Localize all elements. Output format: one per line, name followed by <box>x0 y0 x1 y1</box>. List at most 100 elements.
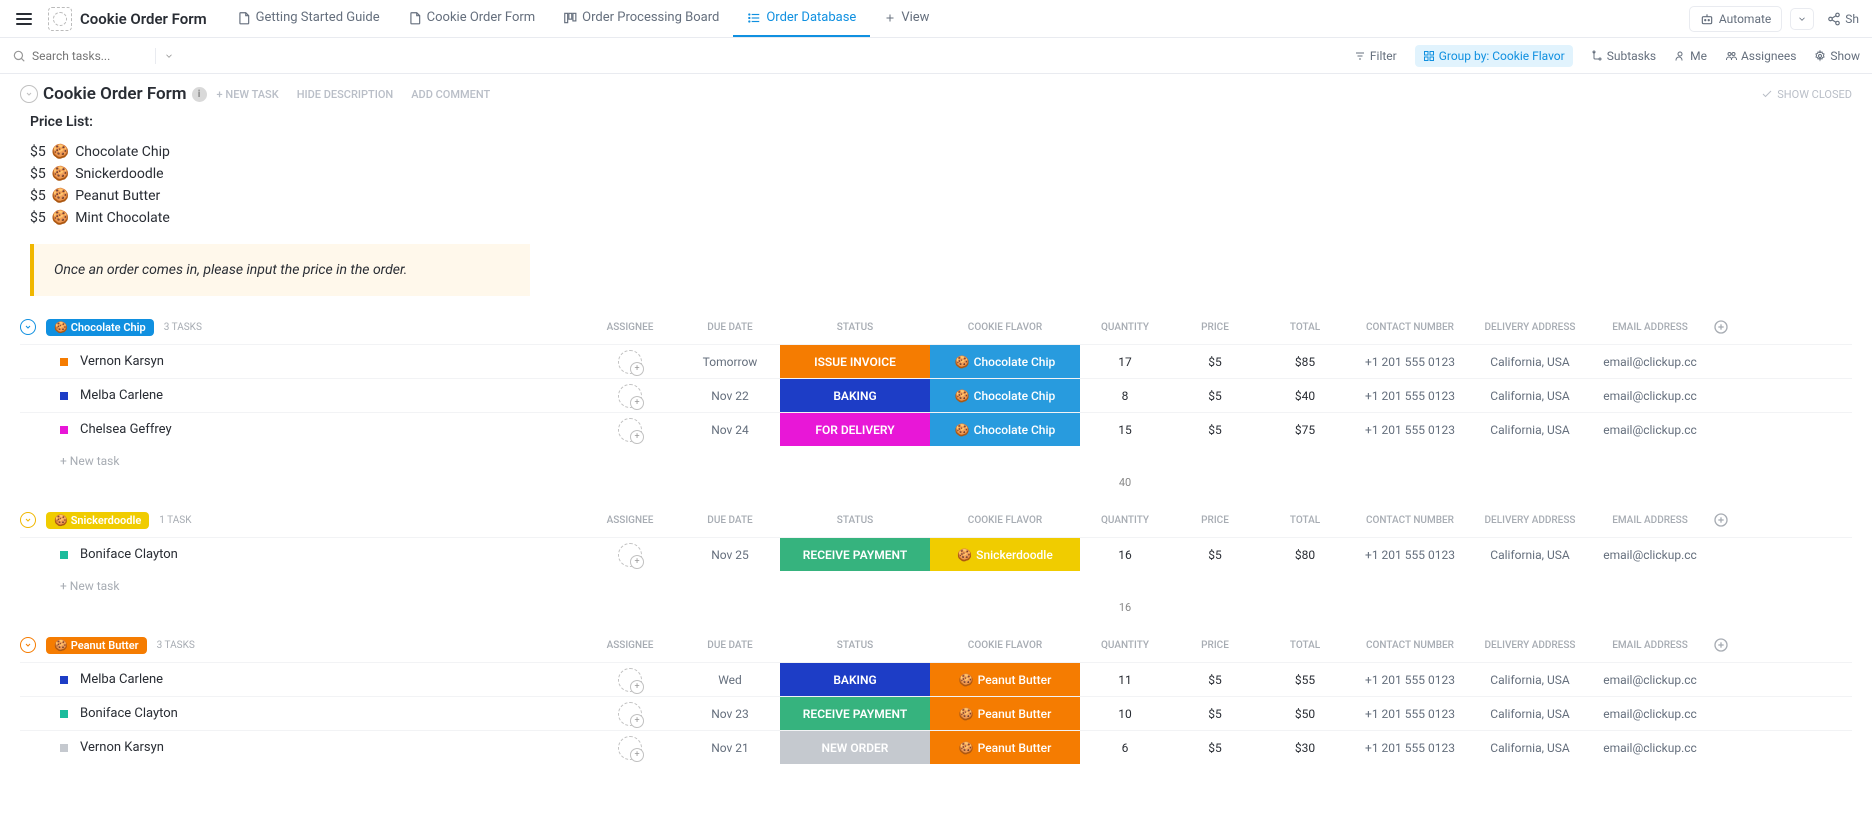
col-email-address[interactable]: EMAIL ADDRESS <box>1590 322 1710 333</box>
assignee-cell[interactable] <box>580 702 680 726</box>
flavor-cell[interactable]: 🍪Chocolate Chip <box>930 345 1080 378</box>
assignee-cell[interactable] <box>580 418 680 442</box>
col-price[interactable]: PRICE <box>1170 515 1260 526</box>
col-total[interactable]: TOTAL <box>1260 515 1350 526</box>
email-cell[interactable]: email@clickup.cc <box>1590 673 1710 687</box>
col-email-address[interactable]: EMAIL ADDRESS <box>1590 515 1710 526</box>
flavor-cell[interactable]: 🍪Chocolate Chip <box>930 379 1080 412</box>
due-date-cell[interactable]: Nov 24 <box>680 423 780 437</box>
assignee-cell[interactable] <box>580 668 680 692</box>
search-input[interactable] <box>32 49 152 63</box>
task-name[interactable]: Boniface Clayton <box>80 706 178 721</box>
price-cell[interactable]: $5 <box>1170 673 1260 687</box>
subtasks-button[interactable]: Subtasks <box>1591 49 1656 63</box>
col-assignee[interactable]: ASSIGNEE <box>580 322 680 333</box>
group-badge[interactable]: 🍪 Chocolate Chip <box>46 319 154 336</box>
address-cell[interactable]: California, USA <box>1470 707 1590 721</box>
assignee-cell[interactable] <box>580 736 680 760</box>
email-cell[interactable]: email@clickup.cc <box>1590 707 1710 721</box>
task-name[interactable]: Vernon Karsyn <box>80 354 164 369</box>
status-cell[interactable]: NEW ORDER <box>780 731 930 764</box>
view-tab-cookie-order-form[interactable]: Cookie Order Form <box>394 0 550 37</box>
add-column-button[interactable] <box>1710 634 1732 656</box>
contact-cell[interactable]: +1 201 555 0123 <box>1350 423 1470 437</box>
search-caret[interactable] <box>155 48 182 64</box>
task-row[interactable]: Vernon Karsyn Tomorrow ISSUE INVOICE 🍪Ch… <box>20 344 1852 378</box>
col-contact-number[interactable]: CONTACT NUMBER <box>1350 640 1470 651</box>
task-row[interactable]: Chelsea Geffrey Nov 24 FOR DELIVERY 🍪Cho… <box>20 412 1852 446</box>
col-status[interactable]: STATUS <box>780 640 930 651</box>
space-icon[interactable] <box>48 7 72 31</box>
quantity-cell[interactable]: 16 <box>1080 548 1170 562</box>
search-box[interactable] <box>12 49 182 63</box>
view-tab-getting-started-guide[interactable]: Getting Started Guide <box>223 0 394 37</box>
status-cell[interactable]: ISSUE INVOICE <box>780 345 930 378</box>
col-delivery-address[interactable]: DELIVERY ADDRESS <box>1470 515 1590 526</box>
task-name[interactable]: Vernon Karsyn <box>80 740 164 755</box>
group-by-button[interactable]: Group by: Cookie Flavor <box>1415 45 1573 67</box>
contact-cell[interactable]: +1 201 555 0123 <box>1350 707 1470 721</box>
address-cell[interactable]: California, USA <box>1470 355 1590 369</box>
col-email-address[interactable]: EMAIL ADDRESS <box>1590 640 1710 651</box>
assignee-avatar[interactable] <box>618 702 642 726</box>
show-closed-button[interactable]: SHOW CLOSED <box>1761 88 1852 101</box>
col-quantity[interactable]: QUANTITY <box>1080 640 1170 651</box>
share-button[interactable]: Sh <box>1822 7 1864 31</box>
space-name[interactable]: Cookie Order Form <box>80 10 207 28</box>
due-date-cell[interactable]: Nov 22 <box>680 389 780 403</box>
assignee-cell[interactable] <box>580 350 680 374</box>
col-due-date[interactable]: DUE DATE <box>680 640 780 651</box>
info-icon[interactable]: i <box>192 87 207 102</box>
status-cell[interactable]: RECEIVE PAYMENT <box>780 538 930 571</box>
group-collapse-button[interactable] <box>20 319 36 335</box>
col-total[interactable]: TOTAL <box>1260 640 1350 651</box>
status-cell[interactable]: RECEIVE PAYMENT <box>780 697 930 730</box>
group-badge[interactable]: 🍪 Peanut Butter <box>46 637 147 654</box>
col-cookie-flavor[interactable]: COOKIE FLAVOR <box>930 515 1080 526</box>
email-cell[interactable]: email@clickup.cc <box>1590 355 1710 369</box>
assignees-button[interactable]: Assignees <box>1725 49 1796 63</box>
flavor-cell[interactable]: 🍪Peanut Butter <box>930 697 1080 730</box>
status-square-icon[interactable] <box>60 392 68 400</box>
new-task-button[interactable]: + NEW TASK <box>217 88 279 101</box>
email-cell[interactable]: email@clickup.cc <box>1590 741 1710 755</box>
task-name[interactable]: Chelsea Geffrey <box>80 422 172 437</box>
task-name[interactable]: Boniface Clayton <box>80 547 178 562</box>
address-cell[interactable]: California, USA <box>1470 389 1590 403</box>
automate-caret[interactable] <box>1790 8 1814 30</box>
col-quantity[interactable]: QUANTITY <box>1080 515 1170 526</box>
assignee-avatar[interactable] <box>618 668 642 692</box>
price-cell[interactable]: $5 <box>1170 707 1260 721</box>
flavor-cell[interactable]: 🍪Peanut Butter <box>930 731 1080 764</box>
contact-cell[interactable]: +1 201 555 0123 <box>1350 741 1470 755</box>
contact-cell[interactable]: +1 201 555 0123 <box>1350 673 1470 687</box>
view-tab-view[interactable]: View <box>870 0 943 37</box>
price-cell[interactable]: $5 <box>1170 423 1260 437</box>
col-delivery-address[interactable]: DELIVERY ADDRESS <box>1470 640 1590 651</box>
me-button[interactable]: Me <box>1674 49 1707 63</box>
col-status[interactable]: STATUS <box>780 322 930 333</box>
filter-button[interactable]: Filter <box>1354 49 1397 63</box>
flavor-cell[interactable]: 🍪Peanut Butter <box>930 663 1080 696</box>
total-cell[interactable]: $75 <box>1260 423 1350 437</box>
address-cell[interactable]: California, USA <box>1470 548 1590 562</box>
task-name[interactable]: Melba Carlene <box>80 388 163 403</box>
address-cell[interactable]: California, USA <box>1470 423 1590 437</box>
task-name[interactable]: Melba Carlene <box>80 672 163 687</box>
new-task-row[interactable]: + New task <box>20 571 1852 601</box>
view-tab-order-processing-board[interactable]: Order Processing Board <box>549 0 733 37</box>
group-badge[interactable]: 🍪 Snickerdoodle <box>46 512 149 529</box>
col-price[interactable]: PRICE <box>1170 640 1260 651</box>
status-cell[interactable]: BAKING <box>780 663 930 696</box>
price-cell[interactable]: $5 <box>1170 355 1260 369</box>
status-square-icon[interactable] <box>60 744 68 752</box>
due-date-cell[interactable]: Nov 23 <box>680 707 780 721</box>
hamburger-menu[interactable] <box>8 3 40 35</box>
show-button[interactable]: Show <box>1814 49 1860 63</box>
col-contact-number[interactable]: CONTACT NUMBER <box>1350 322 1470 333</box>
address-cell[interactable]: California, USA <box>1470 673 1590 687</box>
quantity-cell[interactable]: 15 <box>1080 423 1170 437</box>
col-cookie-flavor[interactable]: COOKIE FLAVOR <box>930 640 1080 651</box>
price-cell[interactable]: $5 <box>1170 548 1260 562</box>
status-square-icon[interactable] <box>60 551 68 559</box>
